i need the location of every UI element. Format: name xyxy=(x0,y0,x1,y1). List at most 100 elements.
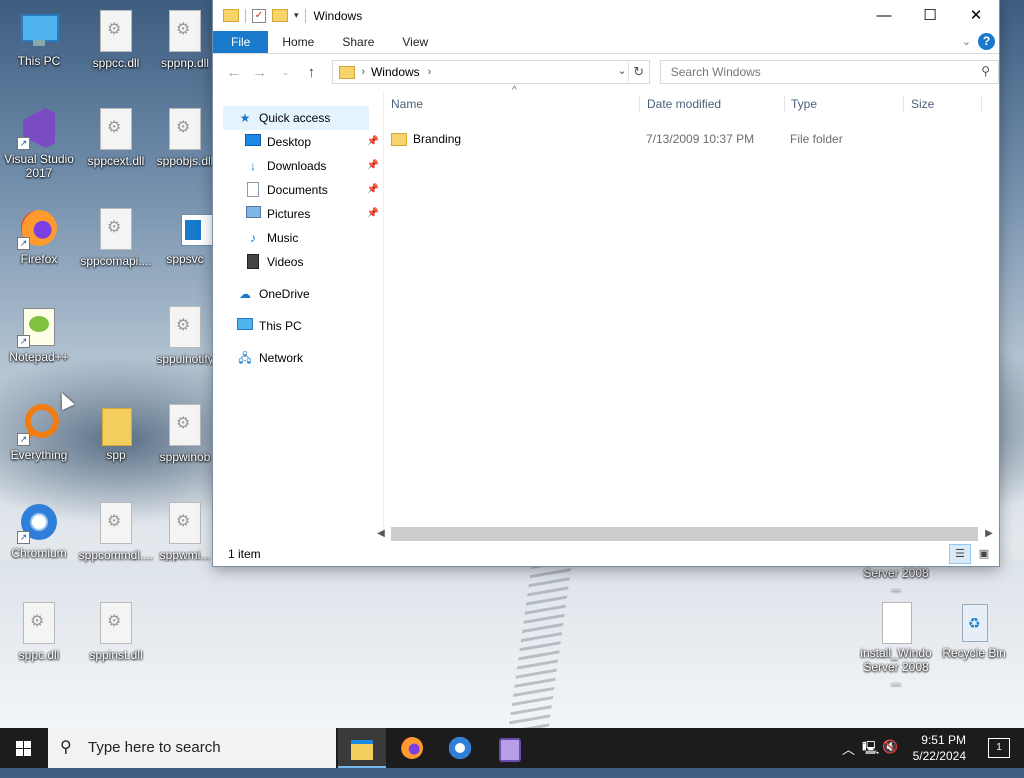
details-view-icon[interactable]: ☰ xyxy=(949,544,971,564)
nav-music[interactable]: ♪ Music xyxy=(213,226,383,250)
desktop-icon-label: Server 2008 ... xyxy=(863,566,929,594)
desktop-icon-everything[interactable]: ↗ Everything xyxy=(1,402,77,462)
dll-file-icon xyxy=(100,602,132,644)
desktop-icon-firefox[interactable]: ↗ Firefox xyxy=(1,206,77,266)
dll-file-icon xyxy=(100,208,132,250)
close-button[interactable]: ✕ xyxy=(953,0,999,31)
new-folder-icon[interactable] xyxy=(272,9,288,22)
desktop-icon-sppinst[interactable]: sppinst.dll xyxy=(78,600,154,662)
dll-file-icon xyxy=(169,502,201,544)
table-row[interactable]: Branding 7/13/2009 10:37 PM File folder xyxy=(384,128,994,150)
desktop-icon-spp-folder[interactable]: spp xyxy=(78,402,154,462)
nav-downloads[interactable]: ↓ Downloads 📌 xyxy=(213,154,383,178)
downloads-icon: ↓ xyxy=(250,159,256,173)
network-icon[interactable]: 🖳 xyxy=(862,739,879,761)
clock[interactable]: 9:51 PM 5/22/2024 xyxy=(906,732,966,764)
customize-toolbar-icon[interactable]: ▾ xyxy=(294,10,299,21)
title-bar: ✓ ▾ Windows — ☐ ✕ xyxy=(213,0,999,31)
tab-share[interactable]: Share xyxy=(328,31,388,53)
taskbar-search-box[interactable]: ⚲ Type here to search xyxy=(48,728,336,768)
pin-icon[interactable]: 📌 xyxy=(367,202,379,226)
desktop-icon-sppcc[interactable]: sppcc.dll xyxy=(78,8,154,70)
taskbar-app[interactable] xyxy=(486,728,534,768)
search-box[interactable]: ⚲ xyxy=(659,60,1000,84)
taskbar-file-explorer[interactable] xyxy=(338,728,386,768)
desktop-icon-label: sppcext.dll xyxy=(87,154,145,168)
taskbar-chromium[interactable] xyxy=(436,728,484,768)
nav-label: Downloads xyxy=(267,159,327,173)
folder-icon xyxy=(339,65,356,79)
firefox-icon: ↗ xyxy=(17,206,61,250)
row-name: Branding xyxy=(391,128,461,150)
desktop-icon-sppuinotify[interactable]: sppuinotify xyxy=(156,304,214,366)
help-icon[interactable]: ? xyxy=(978,33,995,50)
nav-network[interactable]: 🖧 Network xyxy=(213,346,383,370)
up-button[interactable]: ↑ xyxy=(300,64,322,81)
tab-file[interactable]: File xyxy=(213,31,269,53)
desktop-icon-sppwinob[interactable]: sppwinob xyxy=(156,402,214,464)
breadcrumb-windows[interactable]: Windows xyxy=(371,65,420,79)
desktop-icon-sppc[interactable]: sppc.dll xyxy=(1,600,77,662)
desktop-icon-sppobjs[interactable]: sppobjs.dll xyxy=(156,106,214,168)
show-hidden-icons-icon[interactable]: ︿ xyxy=(842,739,855,758)
desktop-icon-chromium[interactable]: ↗ Chromium xyxy=(1,500,77,560)
column-size[interactable]: Size xyxy=(904,95,982,113)
desktop-icon-recycle-bin[interactable]: ♻ Recycle Bin xyxy=(936,600,1012,660)
column-date-modified[interactable]: Date modified xyxy=(640,95,785,113)
chromium-icon xyxy=(449,737,471,759)
nav-videos[interactable]: Videos xyxy=(213,250,383,274)
nav-label: Desktop xyxy=(267,135,312,149)
desktop-icon-visual-studio[interactable]: ↗ Visual Studio 2017 xyxy=(1,106,77,180)
desktop-icon-notepadpp[interactable]: ↗ Notepad++ xyxy=(1,304,77,364)
nav-documents[interactable]: Documents 📌 xyxy=(213,178,383,202)
volume-muted-icon[interactable]: 🔇 xyxy=(882,739,898,755)
start-button[interactable] xyxy=(0,728,48,768)
properties-icon[interactable]: ✓ xyxy=(252,8,266,23)
desktop-icon-server-2008-top[interactable]: Server 2008 ... xyxy=(858,566,934,594)
search-input[interactable] xyxy=(668,61,973,83)
desktop-icon-this-pc[interactable]: This PC xyxy=(1,8,77,68)
desktop-icon-sppsvc[interactable]: sppsvc xyxy=(156,206,214,266)
taskbar-firefox[interactable] xyxy=(388,728,436,768)
expand-ribbon-icon[interactable]: ⌄ xyxy=(962,35,971,48)
desktop-icon-sppnp[interactable]: sppnp.dll xyxy=(156,8,214,70)
column-type[interactable]: Type xyxy=(784,95,904,113)
scrollbar-thumb[interactable] xyxy=(391,527,978,541)
desktop-icon-sppcomapi[interactable]: sppcomapi.... xyxy=(78,206,154,268)
desktop-icon-sppwmi[interactable]: sppwmi... xyxy=(156,500,214,562)
forward-button[interactable]: → xyxy=(249,64,271,81)
address-bar[interactable]: › Windows › ⌄ ↻ xyxy=(332,60,650,84)
column-name[interactable]: Name xyxy=(384,95,640,113)
tab-view[interactable]: View xyxy=(388,31,442,53)
breadcrumb-separator: › xyxy=(361,66,365,78)
desktop-icon-install-windows[interactable]: install_Windo Server 2008 ... xyxy=(858,600,934,688)
nav-desktop[interactable]: Desktop 📌 xyxy=(213,130,383,154)
music-icon: ♪ xyxy=(250,231,256,245)
nav-onedrive[interactable]: ☁ OneDrive xyxy=(213,282,383,306)
scroll-right-icon[interactable]: ▶ xyxy=(981,526,997,542)
pictures-icon xyxy=(245,206,261,222)
nav-this-pc[interactable]: This PC xyxy=(213,314,383,338)
action-center-icon[interactable]: 1 xyxy=(988,738,1010,758)
pin-icon[interactable]: 📌 xyxy=(367,178,379,202)
nav-quick-access[interactable]: ★ Quick access xyxy=(223,106,369,130)
dll-file-icon xyxy=(169,10,201,52)
tab-home[interactable]: Home xyxy=(268,31,328,53)
horizontal-scrollbar[interactable]: ◀ ▶ xyxy=(373,526,999,542)
nav-pictures[interactable]: Pictures 📌 xyxy=(213,202,383,226)
file-list: ^ Name Date modified Type Size Branding … xyxy=(383,85,999,531)
large-icons-view-icon[interactable]: ▣ xyxy=(973,544,995,564)
pin-icon[interactable]: 📌 xyxy=(367,154,379,178)
pin-icon[interactable]: 📌 xyxy=(367,130,379,154)
minimize-button[interactable]: — xyxy=(861,0,907,31)
recent-locations-button[interactable]: ⌄ xyxy=(275,67,297,78)
back-button[interactable]: ← xyxy=(223,64,245,81)
app-icon xyxy=(499,738,521,762)
maximize-button[interactable]: ☐ xyxy=(907,0,953,31)
desktop-icon-sppcommdl[interactable]: sppcommdl.... xyxy=(78,500,154,562)
refresh-button[interactable]: ↻ xyxy=(627,61,649,83)
desktop-icon-sppcext[interactable]: sppcext.dll xyxy=(78,106,154,168)
shortcut-arrow-icon: ↗ xyxy=(17,433,30,446)
scroll-left-icon[interactable]: ◀ xyxy=(373,526,389,542)
address-dropdown-icon[interactable]: ⌄ xyxy=(618,64,627,77)
